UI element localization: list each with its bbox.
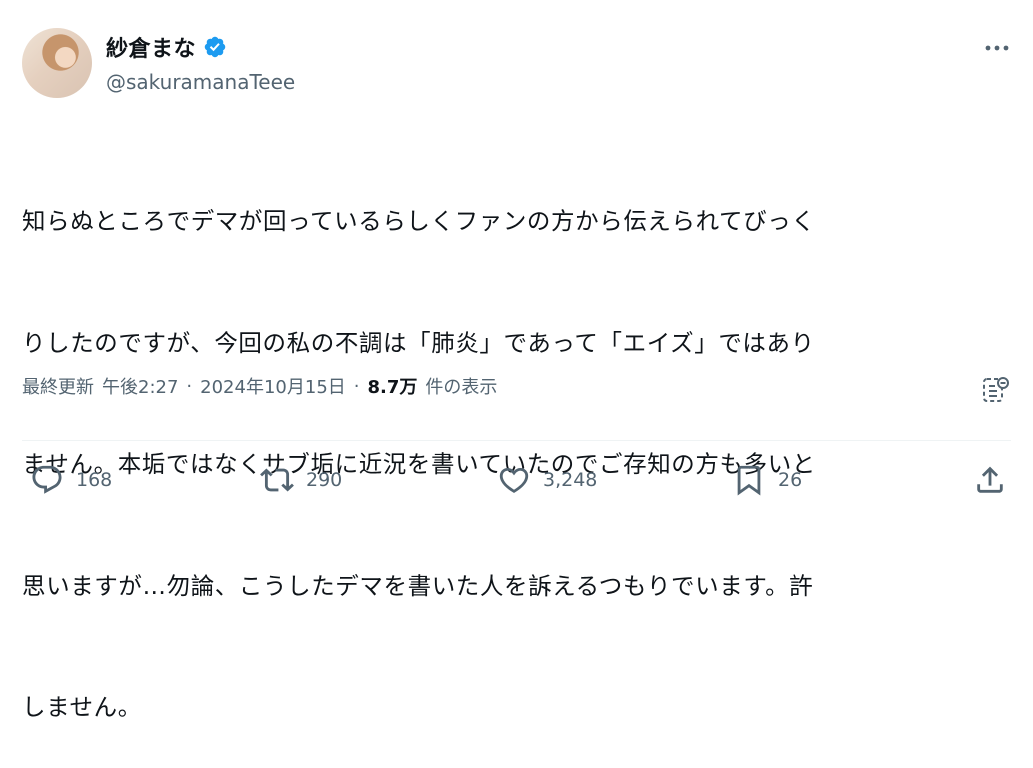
bookmark-icon: [737, 465, 761, 496]
meta-separator: ·: [353, 375, 360, 397]
reply-count: 168: [76, 469, 113, 491]
like-button[interactable]: 3,248: [497, 463, 597, 497]
bookmark-button[interactable]: 26: [732, 463, 802, 497]
user-handle[interactable]: @sakuramanaTeee: [106, 70, 295, 94]
tweet-text-line: 知らぬところでデマが回っているらしくファンの方から伝えられてびっく: [22, 207, 816, 235]
reply-icon: [32, 465, 62, 494]
share-icon: [977, 466, 1003, 493]
tweet-header: 紗倉まな @sakuramanaTeee: [22, 28, 1012, 100]
grok-icon[interactable]: [981, 375, 1011, 405]
tweet-text-line: りしたのですが、今回の私の不調は「肺炎」であって「エイズ」ではあり: [22, 328, 815, 357]
verified-badge-icon: [204, 36, 226, 58]
bookmark-count: 26: [778, 469, 803, 491]
share-button[interactable]: [973, 463, 1007, 497]
like-count: 3,248: [543, 469, 598, 491]
view-count: 8.7万: [367, 377, 418, 398]
display-name[interactable]: 紗倉まな: [106, 31, 196, 63]
edited-label[interactable]: 最終更新: [22, 373, 94, 399]
tweet-meta: 最終更新 午後2:27 · 2024年10月15日 · 8.7万 件の表示: [22, 373, 497, 399]
name-row: 紗倉まな: [106, 32, 227, 62]
repost-button[interactable]: 290: [260, 463, 342, 497]
avatar[interactable]: [22, 28, 92, 98]
repost-icon: [260, 468, 294, 492]
tweet-text-line: しません。: [22, 693, 142, 721]
heart-icon: [499, 467, 529, 493]
view-count-label: 件の表示: [425, 377, 498, 398]
tweet-text-line: 思いますが…勿論、こうしたデマを書いた人を訴えるつもりでいます。許: [22, 571, 814, 600]
repost-count: 290: [306, 469, 343, 491]
post-time[interactable]: 午後2:27: [102, 373, 178, 399]
post-date[interactable]: 2024年10月15日: [200, 373, 346, 399]
action-bar: 168 290 3,248 26: [22, 463, 1011, 503]
reply-button[interactable]: 168: [30, 463, 112, 497]
divider: [22, 440, 1011, 441]
tweet-text: 知らぬところでデマが回っているらしくファンの方から伝えられてびっく りしたのです…: [22, 120, 1007, 768]
meta-separator: ·: [186, 375, 193, 397]
more-icon[interactable]: [982, 36, 1012, 60]
